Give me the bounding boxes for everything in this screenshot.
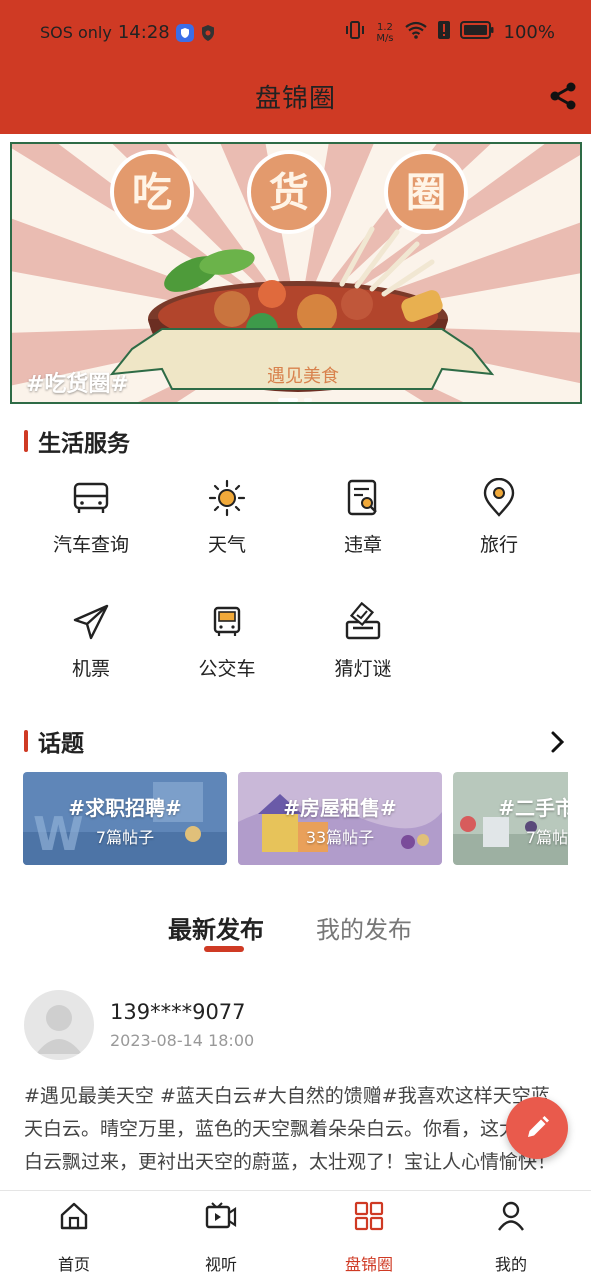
service-riddle[interactable]: 猜灯谜 xyxy=(303,600,423,681)
net-speed: 1.2 M/s xyxy=(376,21,394,44)
banner-ribbon-text: 遇见美食 xyxy=(267,366,339,387)
topic-name: #房屋租售# xyxy=(283,796,397,820)
wifi-icon xyxy=(404,20,428,45)
service-label: 公交车 xyxy=(198,658,256,680)
status-bar: SOS only 14:28 1.2 M/s 100% xyxy=(0,16,591,50)
service-label: 机票 xyxy=(71,658,110,680)
topic-count: 33篇帖子 xyxy=(305,828,375,847)
tab-latest[interactable]: 最新发布 xyxy=(168,910,264,945)
ballot-box-icon xyxy=(341,600,385,644)
section-accent-bar xyxy=(24,430,28,452)
location-pin-icon xyxy=(477,476,521,520)
services-section-title: 生活服务 xyxy=(24,426,130,457)
banner-title-char: 货 xyxy=(269,170,309,216)
nav-video[interactable]: 视听 xyxy=(161,1191,281,1280)
page-title: 盘锦圈 xyxy=(254,84,336,114)
default-avatar-icon xyxy=(36,1005,82,1054)
compose-button[interactable] xyxy=(506,1097,568,1159)
nav-label: 我的 xyxy=(494,1255,527,1274)
topic-card-secondhand[interactable]: #二手市场# 7篇帖子 xyxy=(453,772,568,865)
status-time: 14:28 xyxy=(117,22,170,43)
topics-section-title: 话题 xyxy=(24,726,84,757)
avatar[interactable] xyxy=(24,990,94,1060)
app-header: SOS only 14:28 1.2 M/s 100% 盘锦圈 xyxy=(0,0,591,134)
nav-label: 视听 xyxy=(204,1255,237,1274)
post-content[interactable]: #遇见最美天空 #蓝天白云#大自然的馈赠#我喜欢这样天空蓝天白云。晴空万里，蓝色… xyxy=(24,1080,564,1190)
battery-percent: 100% xyxy=(503,22,555,43)
post-username[interactable]: 139****9077 xyxy=(110,1000,246,1024)
banner-title-char: 圈 xyxy=(406,170,446,216)
service-label: 旅行 xyxy=(479,534,518,556)
topic-card-jobs[interactable]: W #求职招聘# 7篇帖子 xyxy=(23,772,227,865)
service-label: 猜灯谜 xyxy=(334,658,392,680)
nav-label: 首页 xyxy=(57,1255,90,1274)
post-timestamp: 2023-08-14 18:00 xyxy=(110,1031,255,1050)
topics-scroll-clip: #二手市场# 7篇帖子 xyxy=(453,772,568,865)
topic-name: #二手市场# xyxy=(498,796,568,820)
share-button[interactable] xyxy=(547,80,579,112)
nav-home[interactable]: 首页 xyxy=(14,1191,134,1280)
service-label: 天气 xyxy=(207,534,246,556)
service-weather[interactable]: 天气 xyxy=(167,476,287,557)
nav-circle[interactable]: 盘锦圈 xyxy=(309,1191,429,1280)
service-violation[interactable]: 违章 xyxy=(303,476,423,557)
bus-icon xyxy=(69,476,113,520)
home-icon xyxy=(60,1202,88,1230)
video-icon xyxy=(205,1202,237,1229)
violation-doc-icon xyxy=(341,476,385,520)
carrier-text: SOS only xyxy=(40,23,112,42)
share-icon xyxy=(550,82,576,110)
nav-label: 盘锦圈 xyxy=(344,1255,393,1274)
pencil-icon xyxy=(528,1116,549,1137)
person-icon xyxy=(498,1201,524,1231)
bottom-nav: 首页 视听 盘锦圈 我的 xyxy=(0,1190,591,1280)
topic-card-housing[interactable]: #房屋租售# 33篇帖子 xyxy=(238,772,442,865)
chevron-right-icon xyxy=(551,731,565,753)
banner-illustration: 吃 货 圈 遇见美食 xyxy=(12,144,580,402)
topic-count: 7篇帖子 xyxy=(525,828,568,847)
sun-icon xyxy=(205,476,249,520)
battery-icon xyxy=(459,21,494,44)
paper-plane-icon xyxy=(69,600,113,644)
security-shield-icon xyxy=(175,23,194,42)
privacy-shield-icon xyxy=(200,24,216,42)
grid-icon xyxy=(354,1201,384,1231)
vibrate-icon xyxy=(344,20,366,45)
nav-profile[interactable]: 我的 xyxy=(451,1191,571,1280)
section-accent-bar xyxy=(24,730,28,752)
service-travel[interactable]: 旅行 xyxy=(439,476,559,557)
service-label: 汽车查询 xyxy=(52,534,129,556)
tab-mine[interactable]: 我的发布 xyxy=(316,910,412,945)
banner-carousel[interactable]: 吃 货 圈 遇见美食 #吃货圈# xyxy=(10,142,582,404)
banner-tag: #吃货圈# xyxy=(26,372,129,397)
tab-active-indicator xyxy=(204,946,244,952)
topic-name: #求职招聘# xyxy=(68,796,182,820)
service-flight[interactable]: 机票 xyxy=(31,600,151,681)
banner-title-char: 吃 xyxy=(132,170,172,216)
service-bus[interactable]: 公交车 xyxy=(167,600,287,681)
alert-icon xyxy=(437,21,450,44)
bus-front-icon xyxy=(205,600,249,644)
service-car-query[interactable]: 汽车查询 xyxy=(31,476,151,557)
topic-count: 7篇帖子 xyxy=(95,828,155,847)
service-label: 违章 xyxy=(343,534,382,556)
topics-more-button[interactable] xyxy=(545,728,569,756)
